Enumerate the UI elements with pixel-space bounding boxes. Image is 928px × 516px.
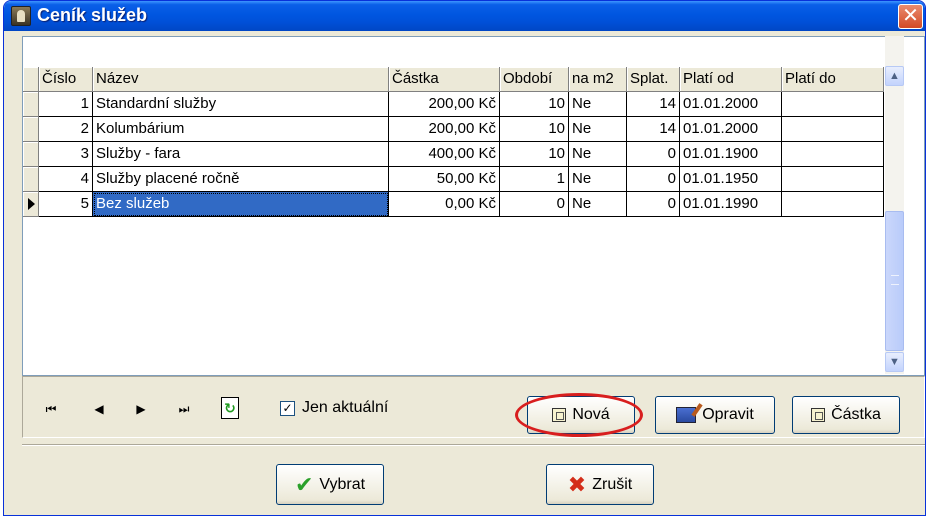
column-header-splat[interactable]: Splat. — [627, 67, 680, 92]
column-header-cislo[interactable]: Číslo — [39, 67, 93, 92]
next-record-button[interactable]: ▶ — [129, 399, 153, 419]
zrusit-button-label: Zrušit — [592, 476, 633, 493]
refresh-icon[interactable]: ↻ — [221, 397, 239, 419]
zrusit-button[interactable]: ✖ Zrušit — [546, 464, 654, 505]
cell-castka[interactable]: 200,00 Kč — [389, 117, 500, 142]
checkmark-icon: ✔ — [294, 472, 314, 498]
amount-icon — [811, 407, 826, 422]
cell-obdobi[interactable]: 1 — [500, 167, 569, 192]
cell-na-m2[interactable]: Ne — [569, 142, 627, 167]
navigator-bar: ⏮ ◀ ▶ ⏭ ↻ ✓ Jen aktuální — [22, 376, 925, 438]
app-icon — [11, 6, 31, 26]
cell-cislo[interactable]: 5 — [39, 192, 93, 217]
cell-nazev[interactable]: Kolumbárium — [93, 117, 389, 142]
column-header-plati-od[interactable]: Platí od — [680, 67, 782, 92]
vertical-scrollbar[interactable]: ▲ ▼ — [885, 36, 904, 374]
cenik-sluzeb-window: Ceník služeb ✕ Číslo Název Částka Období… — [3, 0, 926, 516]
cell-plati-od[interactable]: 01.01.2000 — [680, 117, 782, 142]
opravit-button[interactable]: Opravit — [655, 396, 775, 434]
cell-castka[interactable]: 400,00 Kč — [389, 142, 500, 167]
row-indicator[interactable] — [23, 167, 39, 192]
jen-aktualni-checkbox[interactable]: ✓ — [280, 401, 295, 416]
cell-cislo[interactable]: 4 — [39, 167, 93, 192]
column-header-nazev[interactable]: Název — [93, 67, 389, 92]
cell-plati-do[interactable] — [782, 117, 884, 142]
cell-plati-od[interactable]: 01.01.1900 — [680, 142, 782, 167]
cell-plati-od[interactable]: 01.01.2000 — [680, 92, 782, 117]
divider — [22, 444, 925, 446]
jen-aktualni-label[interactable]: Jen aktuální — [302, 399, 388, 417]
first-record-button[interactable]: ⏮ — [39, 399, 63, 419]
cell-na-m2[interactable]: Ne — [569, 92, 627, 117]
scroll-thumb[interactable] — [885, 211, 904, 351]
services-grid[interactable]: Číslo Název Částka Období na m2 Splat. P… — [22, 36, 925, 376]
scroll-down-button[interactable]: ▼ — [885, 352, 904, 372]
row-indicator[interactable] — [23, 142, 39, 167]
cell-cislo[interactable]: 2 — [39, 117, 93, 142]
cell-na-m2[interactable]: Ne — [569, 167, 627, 192]
cell-obdobi[interactable]: 0 — [500, 192, 569, 217]
castka-button-label: Částka — [831, 406, 881, 423]
cell-plati-od[interactable]: 01.01.1950 — [680, 167, 782, 192]
cell-cislo[interactable]: 3 — [39, 142, 93, 167]
cell-na-m2[interactable]: Ne — [569, 192, 627, 217]
cell-splat[interactable]: 14 — [627, 117, 680, 142]
cell-plati-do[interactable] — [782, 142, 884, 167]
vybrat-button[interactable]: ✔ Vybrat — [276, 464, 384, 505]
cell-splat[interactable]: 0 — [627, 167, 680, 192]
cell-plati-do[interactable] — [782, 167, 884, 192]
castka-button[interactable]: Částka — [792, 396, 900, 434]
column-header-obdobi[interactable]: Období — [500, 67, 569, 92]
last-record-button[interactable]: ⏭ — [172, 399, 196, 419]
cell-na-m2[interactable]: Ne — [569, 117, 627, 142]
cell-obdobi[interactable]: 10 — [500, 142, 569, 167]
cell-plati-od[interactable]: 01.01.1990 — [680, 192, 782, 217]
cell-castka[interactable]: 50,00 Kč — [389, 167, 500, 192]
scroll-up-button[interactable]: ▲ — [885, 66, 904, 86]
cell-plati-do[interactable] — [782, 92, 884, 117]
cell-nazev[interactable]: Služby - fara — [93, 142, 389, 167]
close-button[interactable]: ✕ — [898, 4, 923, 29]
cell-cislo[interactable]: 1 — [39, 92, 93, 117]
current-row-indicator[interactable] — [23, 192, 39, 217]
cell-nazev[interactable]: Služby placené ročně — [93, 167, 389, 192]
cell-nazev-selected[interactable]: Bez služeb — [93, 192, 389, 217]
highlight-oval-annotation — [515, 393, 643, 437]
cell-plati-do[interactable] — [782, 192, 884, 217]
cell-castka[interactable]: 0,00 Kč — [389, 192, 500, 217]
row-indicator[interactable] — [23, 117, 39, 142]
title-bar[interactable]: Ceník služeb ✕ — [4, 1, 925, 31]
opravit-button-label: Opravit — [702, 406, 754, 423]
row-indicator[interactable] — [23, 92, 39, 117]
cell-splat[interactable]: 0 — [627, 192, 680, 217]
cell-splat[interactable]: 14 — [627, 92, 680, 117]
column-header-castka[interactable]: Částka — [389, 67, 500, 92]
header-indicator-cell — [23, 67, 39, 92]
column-header-plati-do[interactable]: Platí do — [782, 67, 884, 92]
edit-icon — [676, 406, 697, 423]
cell-nazev[interactable]: Standardní služby — [93, 92, 389, 117]
vybrat-button-label: Vybrat — [319, 476, 366, 493]
window-title: Ceník služeb — [37, 5, 148, 25]
column-header-na-m2[interactable]: na m2 — [569, 67, 627, 92]
cell-castka[interactable]: 200,00 Kč — [389, 92, 500, 117]
cell-obdobi[interactable]: 10 — [500, 92, 569, 117]
cell-obdobi[interactable]: 10 — [500, 117, 569, 142]
cancel-x-icon: ✖ — [567, 472, 587, 498]
previous-record-button[interactable]: ◀ — [87, 399, 111, 419]
cell-splat[interactable]: 0 — [627, 142, 680, 167]
